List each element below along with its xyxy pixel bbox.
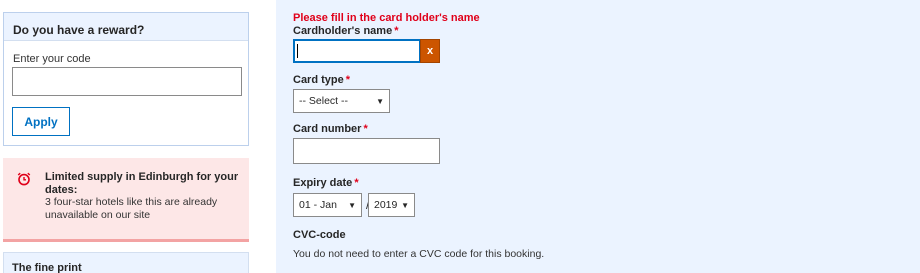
cvc-label: CVC-code [293,229,346,241]
card-type-selected: -- Select -- [299,95,349,107]
expiry-month-select[interactable]: 01 - Jan ▼ [293,193,362,217]
fine-print-title[interactable]: The fine print [4,253,248,273]
chevron-down-icon: ▼ [348,201,356,210]
cardholder-error-message: Please fill in the card holder's name [293,12,480,24]
reward-code-label: Enter your code [13,53,91,65]
reward-code-input[interactable] [12,67,242,96]
payment-form: Please fill in the card holder's name Ca… [276,0,920,273]
card-type-select[interactable]: -- Select -- ▼ [293,89,390,113]
alert-title: Limited supply in Edinburgh for your dat… [45,171,239,196]
required-marker: * [354,177,359,189]
expiry-date-label: Expiry date * [293,177,359,189]
cardholder-label: Cardholder's name * [293,25,398,37]
cvc-note: You do not need to enter a CVC code for … [293,248,545,260]
card-number-input[interactable] [293,138,440,164]
alert-text: 3 four-star hotels like this are already… [45,196,218,221]
cardholder-label-text: Cardholder's name [293,25,393,37]
required-marker: * [394,25,399,37]
apply-button[interactable]: Apply [12,107,70,136]
expiry-label-text: Expiry date [293,177,353,189]
alarm-clock-icon [17,172,31,186]
expiry-year-selected: 2019 [374,199,398,211]
card-type-label-text: Card type [293,74,344,86]
text-caret [297,44,298,58]
required-marker: * [345,74,351,86]
card-number-label-text: Card number [293,123,362,135]
required-marker: * [363,123,368,135]
cardholder-name-input[interactable] [293,39,421,63]
sidebar: Do you have a reward? Enter your code Ap… [0,0,258,273]
clear-name-button[interactable]: x [420,39,440,63]
reward-title: Do you have a reward? [4,13,248,41]
expiry-month-selected: 01 - Jan [299,199,337,211]
reward-panel: Do you have a reward? Enter your code Ap… [3,12,249,146]
card-type-label: Card type * [293,74,350,86]
x-icon: x [426,45,434,57]
limited-supply-alert: Limited supply in Edinburgh for your dat… [3,158,249,242]
fine-print-panel: The fine print [3,252,249,273]
chevron-down-icon: ▼ [401,201,409,210]
card-number-label: Card number * [293,123,368,135]
expiry-year-select[interactable]: 2019 ▼ [368,193,415,217]
chevron-down-icon: ▼ [376,97,384,106]
